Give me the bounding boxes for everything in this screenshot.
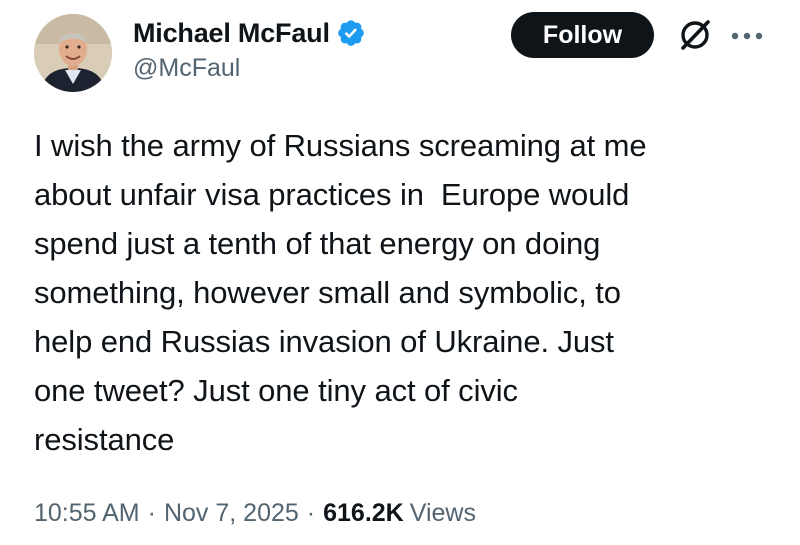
avatar[interactable] xyxy=(34,14,112,92)
meta-separator: · xyxy=(306,499,316,527)
views-label: Views xyxy=(409,499,476,527)
tweet-time[interactable]: 10:55 AM xyxy=(34,499,140,528)
more-options-icon[interactable] xyxy=(727,16,767,56)
tweet-meta: 10:55 AM · Nov 7, 2025 · 616.2K Views xyxy=(34,499,476,539)
tweet-date[interactable]: Nov 7, 2025 xyxy=(164,499,299,528)
verified-badge-icon xyxy=(336,18,366,48)
grok-icon[interactable] xyxy=(675,15,715,55)
follow-button[interactable]: Follow xyxy=(511,12,654,58)
author-name-row[interactable]: Michael McFaul xyxy=(133,14,366,52)
views-count[interactable]: 616.2K xyxy=(323,499,404,528)
author-handle[interactable]: @McFaul xyxy=(133,54,240,83)
tweet-card: Michael McFaul @McFaul Follow I wish the… xyxy=(0,0,800,545)
meta-separator: · xyxy=(147,499,156,527)
author-display-name[interactable]: Michael McFaul xyxy=(133,18,330,49)
tweet-text: I wish the army of Russians screaming at… xyxy=(34,128,647,457)
